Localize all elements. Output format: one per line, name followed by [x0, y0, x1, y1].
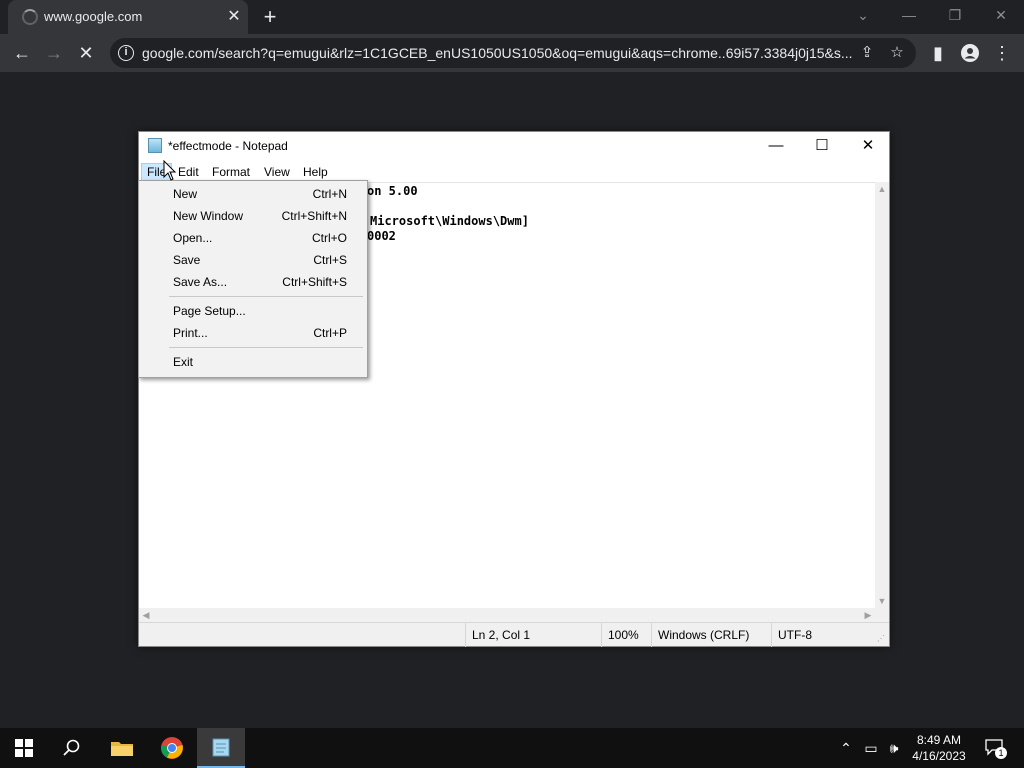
- scroll-up-icon[interactable]: ▲: [875, 182, 889, 196]
- menu-item-exit[interactable]: Exit: [139, 351, 367, 373]
- volume-icon[interactable]: 🕪: [884, 738, 904, 758]
- mouse-cursor-icon: [163, 160, 177, 181]
- vertical-scrollbar[interactable]: ▲ ▼: [875, 182, 889, 608]
- tab-search-icon[interactable]: ⌄: [849, 4, 877, 26]
- folder-icon: [111, 742, 133, 756]
- tab-close-icon[interactable]: ✕: [224, 7, 244, 27]
- menu-item-save-as[interactable]: Save As... Ctrl+Shift+S: [139, 271, 367, 293]
- notepad-icon: [212, 738, 230, 757]
- taskbar-clock[interactable]: 8:49 AM 4/16/2023: [904, 732, 974, 764]
- browser-restore-button[interactable]: ❐: [941, 4, 969, 26]
- share-icon[interactable]: ⇪: [856, 42, 878, 64]
- clock-date: 4/16/2023: [912, 749, 966, 763]
- search-icon: [63, 739, 80, 756]
- star-icon[interactable]: ☆: [886, 42, 908, 64]
- menu-item-shortcut: Ctrl+P: [313, 326, 347, 340]
- menu-item-label: New: [173, 187, 198, 201]
- start-button[interactable]: [0, 728, 48, 768]
- info-icon[interactable]: i: [118, 45, 134, 61]
- browser-close-button[interactable]: ✕: [987, 4, 1015, 26]
- menu-item-open[interactable]: Open... Ctrl+O: [139, 227, 367, 249]
- menu-help[interactable]: Help: [298, 163, 333, 181]
- menu-item-save[interactable]: Save Ctrl+S: [139, 249, 367, 271]
- menu-item-shortcut: Ctrl+Shift+N: [281, 209, 347, 223]
- tab-title: www.google.com: [44, 9, 143, 24]
- menu-item-label: Save As...: [173, 275, 228, 289]
- menu-item-new[interactable]: New Ctrl+N: [139, 183, 367, 205]
- notepad-minimize-button[interactable]: —: [753, 132, 799, 160]
- address-bar[interactable]: i google.com/search?q=emugui&rlz=1C1GCEB…: [110, 38, 916, 68]
- menu-item-print[interactable]: Print... Ctrl+P: [139, 322, 367, 344]
- new-tab-button[interactable]: +: [258, 6, 282, 30]
- status-line-ending: Windows (CRLF): [651, 623, 771, 647]
- tray-chevron-up-icon[interactable]: ⌃: [836, 738, 856, 758]
- back-icon[interactable]: ←: [8, 39, 36, 67]
- side-panel-icon[interactable]: ▮: [924, 39, 952, 67]
- status-zoom: 100%: [601, 623, 651, 647]
- menu-separator: [169, 347, 363, 348]
- notepad-menubar: File Edit Format View Help: [139, 160, 889, 182]
- menu-item-label: New Window: [173, 209, 244, 223]
- browser-tab[interactable]: www.google.com ✕: [8, 0, 248, 34]
- menu-item-label: Open...: [173, 231, 213, 245]
- menu-format[interactable]: Format: [207, 163, 255, 181]
- notepad-close-button[interactable]: ✕: [845, 132, 891, 160]
- status-encoding: UTF-8: [771, 623, 889, 647]
- text-line: Microsoft\Windows\Dwm]: [370, 214, 529, 228]
- menu-item-shortcut: Ctrl+O: [311, 231, 347, 245]
- search-button[interactable]: [48, 728, 96, 768]
- resize-grip-icon[interactable]: ⋰: [877, 634, 887, 644]
- network-icon[interactable]: ▭: [861, 738, 881, 758]
- clock-time: 8:49 AM: [916, 733, 962, 747]
- browser-tabstrip: www.google.com ✕ + ⌄ — ❐ ✕: [0, 0, 1024, 34]
- notification-count-badge: 1: [995, 747, 1007, 759]
- notepad-title: *effectmode - Notepad: [168, 139, 288, 153]
- notification-center-icon[interactable]: 1: [982, 738, 1007, 759]
- menu-item-label: Print...: [173, 326, 208, 340]
- menu-item-shortcut: Ctrl+S: [313, 253, 347, 267]
- scrollbar-corner: [875, 608, 889, 622]
- horizontal-scrollbar[interactable]: ◀ ▶: [139, 608, 875, 622]
- windows-taskbar: ⌃ ▭ 🕪 8:49 AM 4/16/2023 1: [0, 728, 1024, 768]
- notepad-maximize-button[interactable]: ☐: [799, 132, 845, 160]
- scroll-left-icon[interactable]: ◀: [139, 608, 153, 622]
- menu-item-label: Save: [173, 253, 201, 267]
- taskbar-chrome[interactable]: [148, 728, 196, 768]
- menu-item-label: Exit: [173, 355, 194, 369]
- menu-separator: [169, 296, 363, 297]
- scroll-down-icon[interactable]: ▼: [875, 594, 889, 608]
- scroll-right-icon[interactable]: ▶: [861, 608, 875, 622]
- text-line: 0002: [367, 229, 396, 243]
- taskbar-notepad[interactable]: [197, 728, 245, 768]
- chrome-icon: [161, 737, 183, 759]
- windows-logo-icon: [15, 739, 33, 757]
- text-line: on 5.00: [367, 184, 418, 198]
- stop-icon[interactable]: ✕: [72, 39, 100, 67]
- status-position: Ln 2, Col 1: [465, 623, 601, 647]
- url-text[interactable]: google.com/search?q=emugui&rlz=1C1GCEB_e…: [142, 45, 852, 61]
- menu-edit[interactable]: Edit: [173, 163, 204, 181]
- forward-icon[interactable]: →: [40, 39, 68, 67]
- taskbar-file-explorer[interactable]: [98, 728, 146, 768]
- menu-item-shortcut: Ctrl+N: [312, 187, 347, 201]
- menu-item-shortcut: Ctrl+Shift+S: [282, 275, 347, 289]
- loading-spinner-icon: [22, 9, 38, 25]
- profile-icon[interactable]: [956, 39, 984, 67]
- menu-item-page-setup[interactable]: Page Setup...: [139, 300, 367, 322]
- notepad-titlebar[interactable]: *effectmode - Notepad — ☐ ✕: [139, 132, 889, 160]
- menu-view[interactable]: View: [259, 163, 295, 181]
- browser-minimize-button[interactable]: —: [895, 4, 923, 26]
- notepad-statusbar: Ln 2, Col 1 100% Windows (CRLF) UTF-8 ⋰: [139, 622, 889, 647]
- menu-item-label: Page Setup...: [173, 304, 246, 318]
- browser-toolbar: ← → ✕ i google.com/search?q=emugui&rlz=1…: [0, 34, 1024, 72]
- notepad-app-icon: [148, 138, 162, 153]
- kebab-menu-icon[interactable]: ⋮: [988, 39, 1016, 67]
- file-menu-dropdown: New Ctrl+N New Window Ctrl+Shift+N Open.…: [138, 180, 368, 378]
- menu-item-new-window[interactable]: New Window Ctrl+Shift+N: [139, 205, 367, 227]
